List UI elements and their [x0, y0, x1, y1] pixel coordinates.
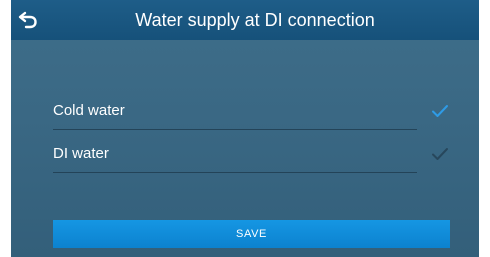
page-title: Water supply at DI connection [135, 10, 375, 30]
save-button[interactable]: SAVE [53, 220, 450, 248]
divider [53, 129, 417, 130]
back-button[interactable] [17, 8, 43, 32]
option-label: DI water [53, 145, 109, 162]
divider [53, 172, 417, 173]
option-di-water[interactable]: DI water [53, 140, 449, 173]
settings-screen: Water supply at DI connection Cold water… [11, 0, 479, 257]
back-arrow-icon [18, 11, 37, 29]
checkmark-icon [432, 105, 448, 117]
option-label: Cold water [53, 102, 125, 119]
option-cold-water[interactable]: Cold water [53, 97, 449, 130]
title-bar: Water supply at DI connection [11, 0, 479, 40]
checkmark-icon [432, 148, 448, 160]
